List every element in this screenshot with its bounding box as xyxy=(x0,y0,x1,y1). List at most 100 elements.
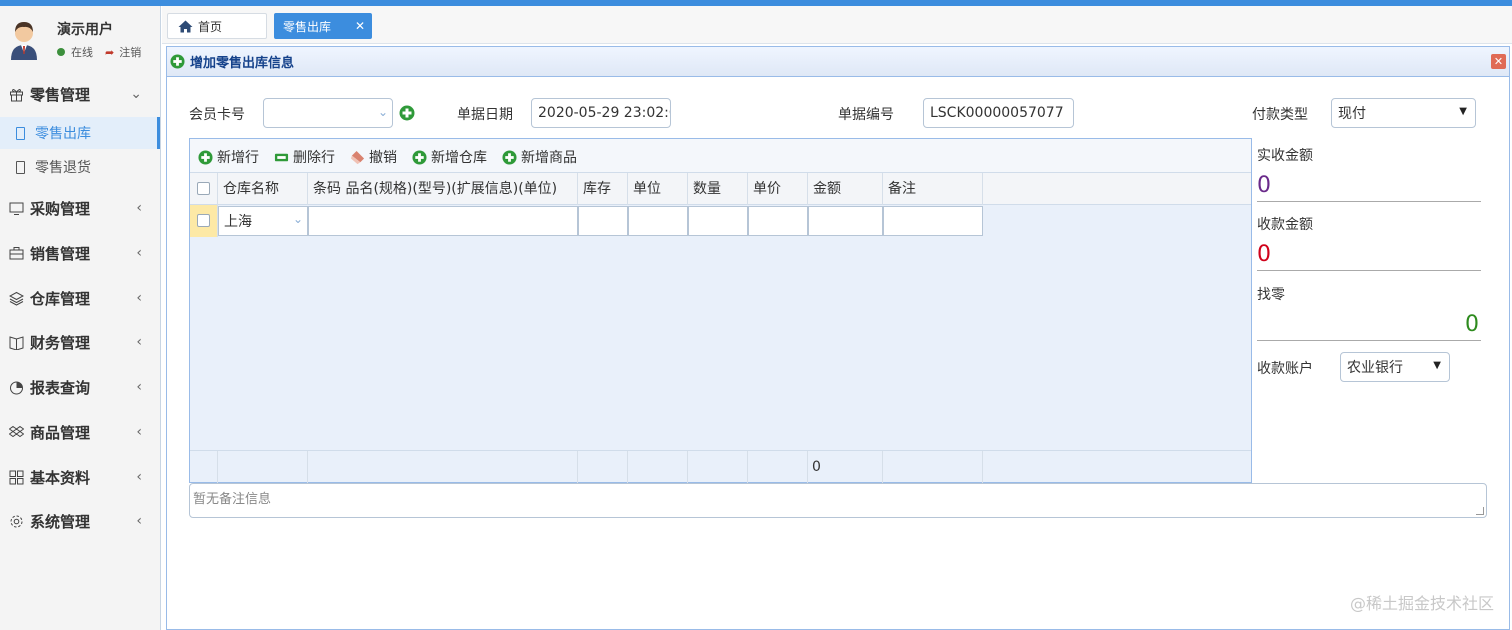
grid-header: 仓库名称 条码 品名(规格)(型号)(扩展信息)(单位) 库存 单位 数量 单价… xyxy=(190,173,1251,205)
select-all-checkbox[interactable] xyxy=(197,182,210,195)
panel-title: 增加零售出库信息 xyxy=(190,56,295,71)
sidebar-group-sales[interactable]: 销售管理 ‹ xyxy=(0,238,160,268)
add-warehouse-label: 新增仓库 xyxy=(431,150,487,166)
close-icon[interactable]: ✕ xyxy=(1491,54,1506,69)
footer-cell xyxy=(883,451,983,483)
user-status: 在线 ➦ 注销 xyxy=(57,44,141,60)
row-checkbox[interactable] xyxy=(197,214,210,227)
amount-input[interactable] xyxy=(808,206,883,236)
sidebar-group-basic-data[interactable]: 基本资料 ‹ xyxy=(0,462,160,492)
header-checkbox-cell xyxy=(190,173,218,205)
column-header[interactable]: 单位 xyxy=(628,173,688,205)
gift-icon xyxy=(8,86,24,102)
add-product-button[interactable]: 新增商品 xyxy=(502,147,577,167)
undo-button[interactable]: 撤销 xyxy=(350,147,397,167)
chevron-down-icon[interactable]: ⌄ xyxy=(293,212,303,226)
pie-chart-icon xyxy=(8,379,24,395)
doc-no-field[interactable]: LSCK00000057077 xyxy=(923,98,1074,128)
online-label: 在线 xyxy=(71,46,93,59)
sidebar-group-label: 基本资料 xyxy=(30,468,91,487)
stock-cell[interactable] xyxy=(578,206,628,236)
delete-row-button[interactable]: 删除行 xyxy=(274,147,335,167)
change-label: 找零 xyxy=(1257,287,1285,303)
pay-type-value: 现付 xyxy=(1338,106,1366,122)
panel-header: 增加零售出库信息 ✕ xyxy=(167,47,1509,77)
received-value[interactable]: 0 xyxy=(1257,172,1481,202)
remark-textarea[interactable]: 暂无备注信息 xyxy=(189,483,1487,518)
add-circle-icon xyxy=(170,54,185,69)
chevron-down-icon[interactable]: ⌄ xyxy=(378,105,388,119)
chevron-left-icon: ‹ xyxy=(136,379,142,395)
quantity-input[interactable] xyxy=(688,206,748,236)
account-select[interactable]: 农业银行 ▼ xyxy=(1340,352,1450,382)
warehouse-value: 上海 xyxy=(224,214,252,230)
remark-input[interactable] xyxy=(883,206,983,236)
account-label: 收款账户 xyxy=(1257,361,1313,377)
add-row-label: 新增行 xyxy=(217,150,259,166)
column-header[interactable]: 仓库名称 xyxy=(218,173,308,205)
sidebar-group-label: 采购管理 xyxy=(30,199,91,218)
file-icon xyxy=(16,126,25,140)
doc-date-label: 单据日期 xyxy=(457,107,513,123)
column-header[interactable]: 单价 xyxy=(748,173,808,205)
column-header[interactable]: 条码 品名(规格)(型号)(扩展信息)(单位) xyxy=(308,173,578,205)
sidebar-group-label: 财务管理 xyxy=(30,333,91,352)
sidebar-group-products[interactable]: 商品管理 ‹ xyxy=(0,417,160,447)
column-header[interactable]: 备注 xyxy=(883,173,983,205)
sidebar-group-label: 商品管理 xyxy=(30,423,91,442)
chevron-left-icon: ‹ xyxy=(136,513,142,529)
pay-type-select[interactable]: 现付 ▼ xyxy=(1331,98,1476,128)
sidebar-item-retail-return[interactable]: 零售退货 xyxy=(0,151,160,183)
table-row: 上海 ⌄ xyxy=(190,205,1251,237)
sidebar-item-retail-out[interactable]: 零售出库 xyxy=(0,117,160,149)
delete-row-label: 删除行 xyxy=(293,150,335,166)
footer-cell xyxy=(748,451,808,483)
add-warehouse-button[interactable]: 新增仓库 xyxy=(412,147,487,167)
add-member-icon[interactable] xyxy=(399,105,415,121)
sidebar-item-label: 零售退货 xyxy=(35,160,91,176)
resize-handle[interactable] xyxy=(1476,507,1484,515)
account-value: 农业银行 xyxy=(1347,360,1403,376)
pay-type-label: 付款类型 xyxy=(1252,107,1308,123)
add-row-button[interactable]: 新增行 xyxy=(198,147,259,167)
sidebar-group-retail[interactable]: 零售管理 ⌄ xyxy=(0,79,160,109)
price-input[interactable] xyxy=(748,206,808,236)
product-input[interactable] xyxy=(308,206,578,236)
watermark: @稀土掘金技术社区 xyxy=(1349,594,1494,613)
tab-bar: 首页 零售出库 ✕ xyxy=(162,6,1512,44)
close-icon[interactable]: ✕ xyxy=(355,19,365,33)
tab-home[interactable]: 首页 xyxy=(167,13,267,39)
sidebar-group-reports[interactable]: 报表查询 ‹ xyxy=(0,372,160,402)
logout-link[interactable]: 注销 xyxy=(119,44,141,60)
avatar xyxy=(11,22,37,60)
minus-icon xyxy=(274,153,289,161)
grid-footer: 0 xyxy=(190,450,1251,483)
footer-cell xyxy=(308,451,578,483)
unit-cell[interactable] xyxy=(628,206,688,236)
sidebar-group-warehouse[interactable]: 仓库管理 ‹ xyxy=(0,283,160,313)
file-icon xyxy=(16,160,25,174)
collected-label: 收款金额 xyxy=(1257,217,1313,233)
tab-retail-out[interactable]: 零售出库 ✕ xyxy=(274,13,372,39)
member-card-combo[interactable]: ⌄ xyxy=(263,98,393,128)
sidebar-group-purchase[interactable]: 采购管理 ‹ xyxy=(0,193,160,223)
column-header[interactable]: 金额 xyxy=(808,173,883,205)
doc-date-field[interactable]: 2020-05-29 23:02:01 xyxy=(531,98,671,128)
chevron-left-icon: ‹ xyxy=(136,200,142,216)
column-header[interactable]: 数量 xyxy=(688,173,748,205)
chevron-left-icon: ‹ xyxy=(136,245,142,261)
layers-icon xyxy=(8,290,24,306)
add-product-label: 新增商品 xyxy=(521,150,577,166)
sidebar-group-label: 系统管理 xyxy=(30,512,91,531)
sidebar-group-label: 报表查询 xyxy=(30,378,91,397)
column-header[interactable]: 库存 xyxy=(578,173,628,205)
logout-icon[interactable]: ➦ xyxy=(105,46,114,59)
doc-no-value: LSCK00000057077 xyxy=(930,105,1064,121)
collected-value[interactable]: 0 xyxy=(1257,241,1481,271)
book-icon xyxy=(8,334,24,350)
sidebar-group-finance[interactable]: 财务管理 ‹ xyxy=(0,327,160,357)
monitor-icon xyxy=(8,200,24,216)
warehouse-combo[interactable]: 上海 ⌄ xyxy=(218,206,308,236)
sidebar-group-system[interactable]: 系统管理 ‹ xyxy=(0,506,160,536)
sidebar: 演示用户 在线 ➦ 注销 零售管理 ⌄ 零售出库 零售退货 采购管理 ‹ 销售管… xyxy=(0,6,161,630)
